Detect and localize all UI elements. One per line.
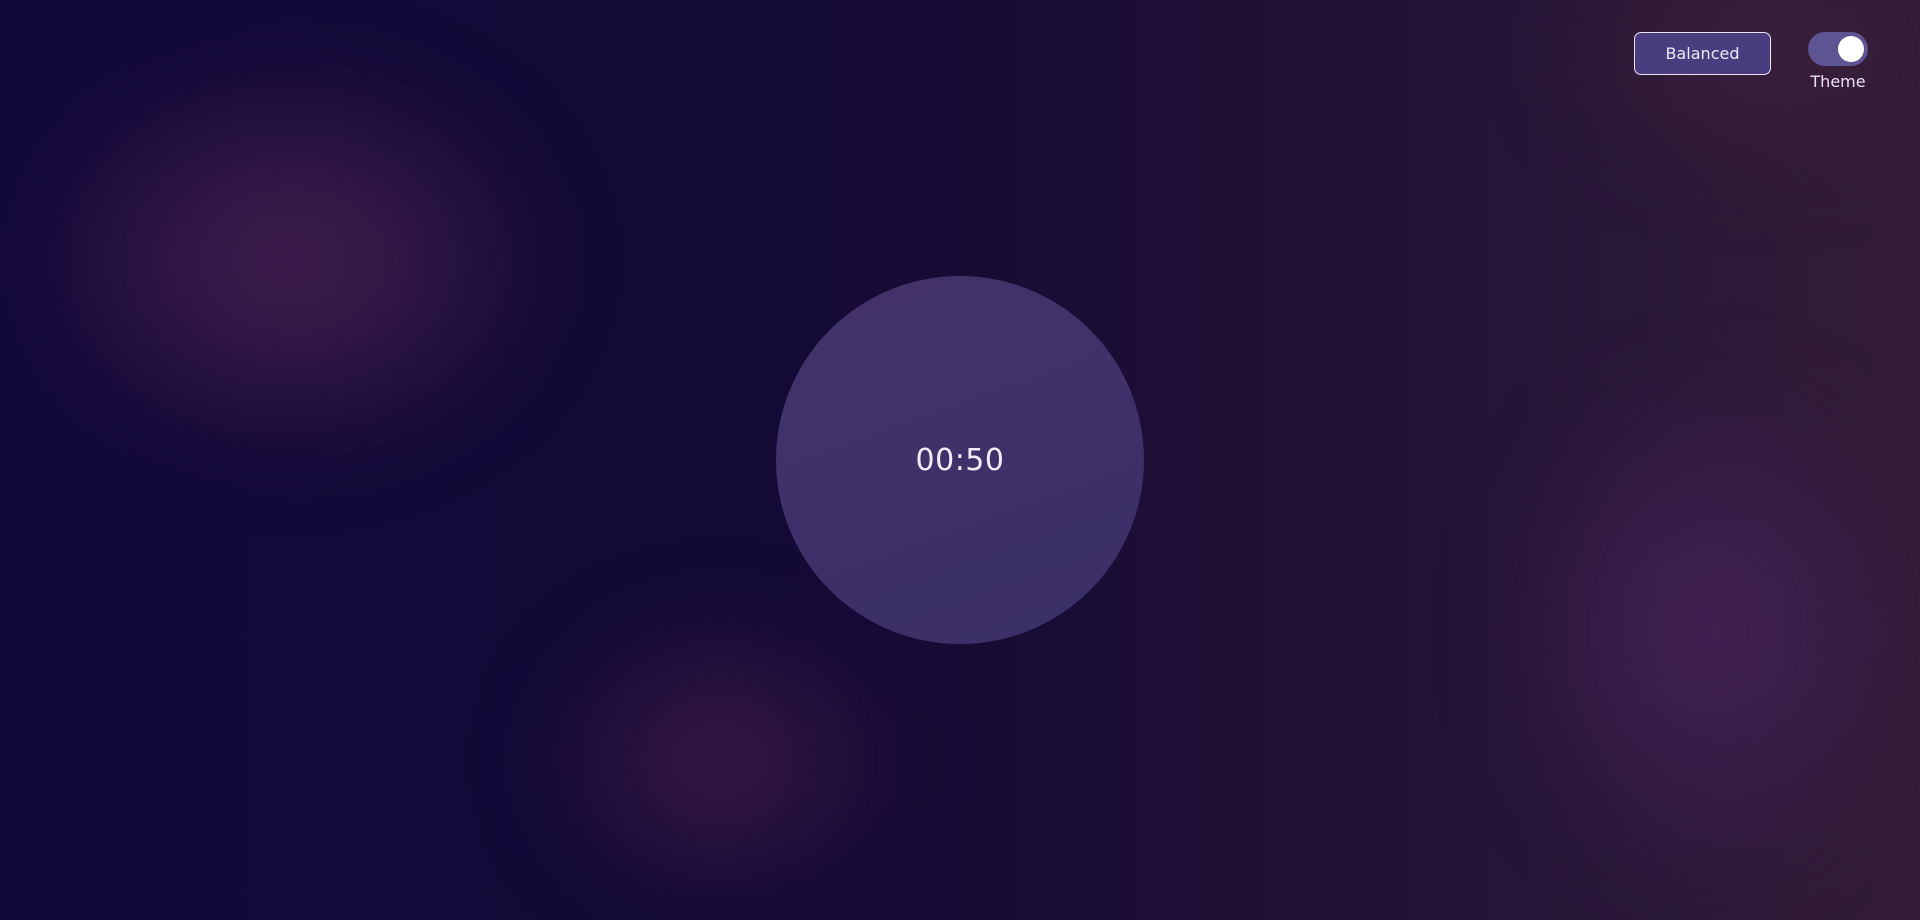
background-glow [30,60,550,460]
background-glow [1500,370,1920,890]
theme-toggle[interactable] [1808,32,1868,66]
timer-display: 00:50 [915,442,1005,478]
mode-button[interactable]: Balanced [1634,32,1771,75]
theme-label: Theme [1810,72,1866,91]
background-glow [540,610,900,910]
toggle-knob[interactable] [1838,36,1864,62]
timer-circle[interactable]: 00:50 [776,276,1144,644]
theme-toggle-group: Theme [1808,32,1868,91]
